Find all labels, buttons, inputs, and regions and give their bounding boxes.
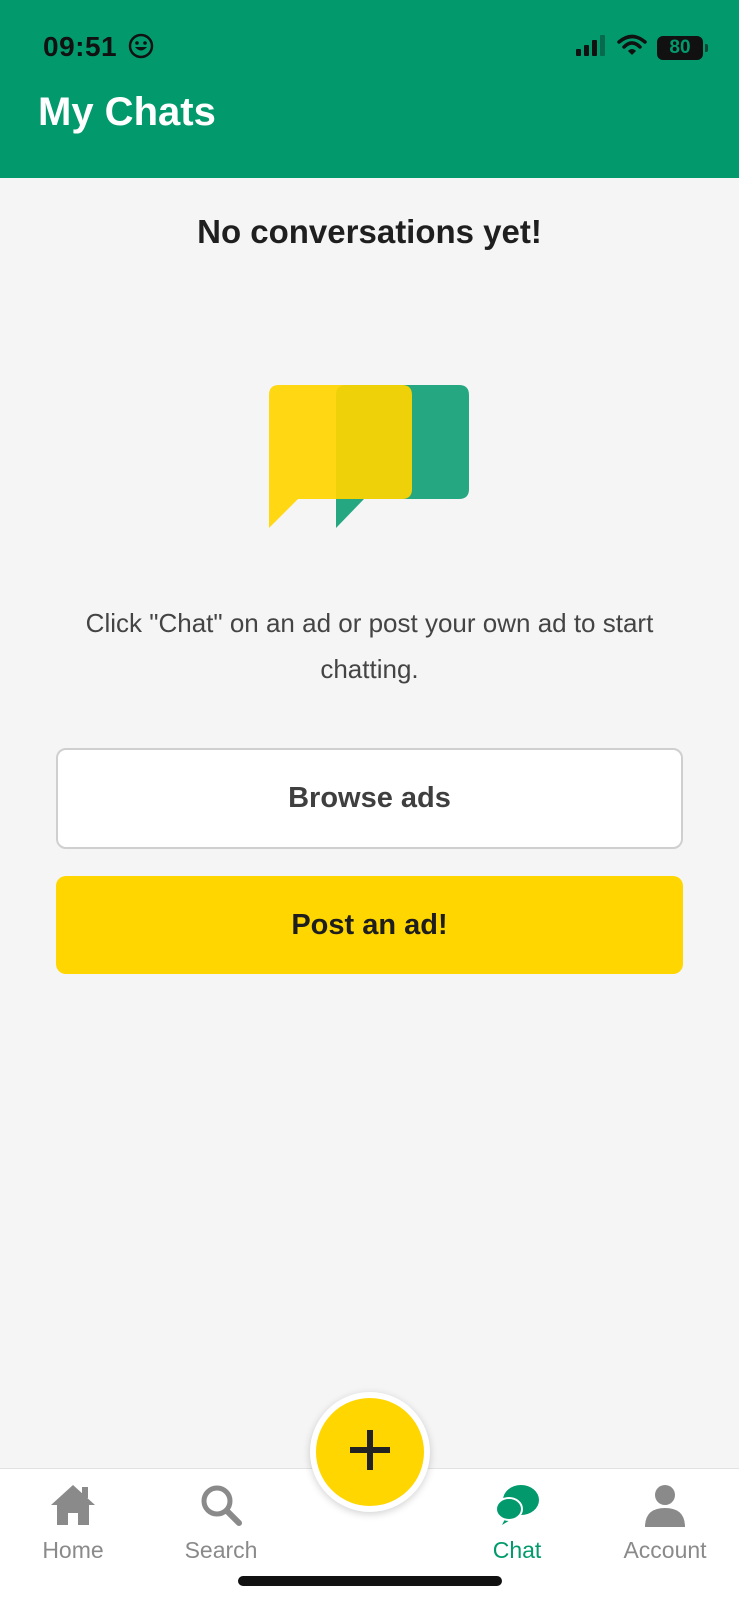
signal-icon [575,34,607,61]
plus-icon [348,1428,392,1477]
tab-account[interactable]: Account [605,1483,725,1564]
chat-icon [494,1483,540,1533]
page-title: My Chats [38,90,216,134]
account-icon [643,1483,687,1533]
empty-state-message: Click "Chat" on an ad or post your own a… [85,608,654,684]
empty-state-title: No conversations yet! [197,213,542,250]
app-header: 09:51 80 My Chats [0,0,739,178]
tab-chat-label: Chat [492,1537,542,1563]
smiley-icon [128,33,154,64]
battery-indicator: 80 [657,35,708,60]
home-icon [49,1483,97,1533]
status-time: 09:51 [43,31,118,62]
search-icon [199,1483,243,1533]
browse-ads-button[interactable]: Browse ads [56,748,683,849]
tab-search-label: Search [184,1537,258,1563]
home-indicator [238,1576,502,1586]
tab-search[interactable]: Search [161,1483,281,1564]
tab-account-label: Account [623,1537,707,1563]
chat-bubbles-illustration [269,385,469,535]
tab-home-label: Home [42,1537,104,1563]
tab-chat[interactable]: Chat [457,1483,577,1564]
post-ad-button[interactable]: Post an ad! [56,876,683,974]
create-ad-fab[interactable] [310,1392,430,1512]
wifi-icon [617,34,647,61]
status-indicators: 80 [575,34,708,61]
tab-home[interactable]: Home [13,1483,133,1564]
